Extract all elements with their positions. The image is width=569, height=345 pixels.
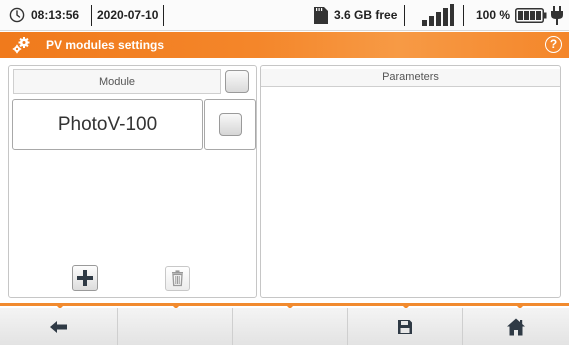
- save-icon: [398, 319, 412, 334]
- plug-icon: [551, 6, 563, 25]
- home-icon: [507, 318, 525, 335]
- clock-time: 08:13:56: [31, 8, 80, 22]
- sd-card-icon: [314, 7, 328, 24]
- home-button[interactable]: [463, 308, 569, 345]
- toolbar-button-2[interactable]: [118, 308, 233, 345]
- status-separator: [463, 5, 464, 26]
- gear-icon: [12, 37, 30, 54]
- back-button[interactable]: [0, 308, 118, 345]
- module-name[interactable]: PhotoV-100: [12, 99, 203, 150]
- module-list-panel: Module PhotoV-100: [8, 65, 257, 298]
- title-bar: PV modules settings ?: [0, 32, 569, 58]
- bottom-toolbar: [0, 303, 569, 345]
- parameters-column-header: Parameters: [261, 69, 560, 87]
- status-separator: [91, 5, 92, 26]
- save-button[interactable]: [348, 308, 463, 345]
- status-bar: 08:13:56 2020-07-10 3.6 GB free 100 %: [0, 0, 569, 31]
- module-list-item[interactable]: PhotoV-100: [12, 99, 256, 150]
- battery-percent: 100 %: [476, 8, 511, 22]
- signal-icon: [422, 4, 454, 26]
- toolbar-accent-line: [0, 303, 569, 306]
- plus-icon: [77, 270, 93, 286]
- trash-icon: [172, 270, 183, 287]
- clock-date: 2020-07-10: [97, 8, 159, 22]
- module-checkbox[interactable]: [219, 113, 242, 136]
- parameters-panel: Parameters: [260, 65, 561, 298]
- page-title: PV modules settings: [46, 38, 165, 52]
- add-module-button[interactable]: [72, 265, 98, 291]
- help-icon[interactable]: ?: [545, 36, 562, 53]
- select-all-checkbox[interactable]: [225, 70, 249, 93]
- module-column-header: Module: [13, 69, 221, 94]
- delete-module-button[interactable]: [165, 266, 190, 291]
- clock-icon: [9, 7, 25, 23]
- status-separator: [404, 5, 405, 26]
- status-separator: [163, 5, 164, 26]
- module-select-cell: [204, 99, 256, 150]
- back-arrow-icon: [49, 320, 67, 333]
- toolbar-button-3[interactable]: [233, 308, 348, 345]
- storage-free: 3.6 GB free: [334, 8, 398, 22]
- battery-icon: [515, 8, 547, 23]
